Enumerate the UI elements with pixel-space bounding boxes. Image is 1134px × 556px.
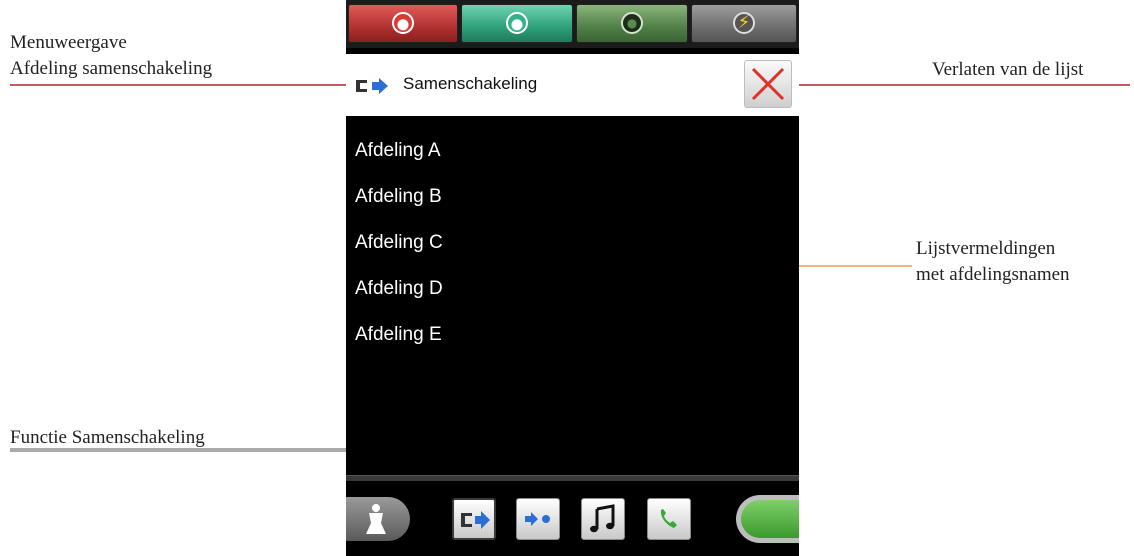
green-status-icon <box>621 12 643 34</box>
merge-function-button[interactable] <box>452 498 496 540</box>
merge-arrow-icon <box>356 78 388 94</box>
close-x-icon <box>751 67 785 101</box>
annotation-list-entries: Lijstvermeldingen met afdelingsnamen <box>916 236 1070 288</box>
teal-status-icon <box>506 12 528 34</box>
green-pill-toggle[interactable] <box>736 495 799 543</box>
list-item-afdeling-a[interactable]: Afdeling A <box>346 128 799 174</box>
phone-button[interactable] <box>647 498 691 540</box>
menu-title: Samenschakeling <box>403 74 538 93</box>
green-pill-toggle-fill <box>741 500 799 538</box>
annotation-menu-display-line2: Afdeling samenschakeling <box>10 58 213 79</box>
teal-status-button[interactable] <box>461 4 573 43</box>
red-alarm-button[interactable] <box>348 4 458 43</box>
person-icon <box>366 504 386 534</box>
annotation-menu-display-line1: Menuweergave <box>10 32 127 53</box>
green-status-button[interactable] <box>576 4 688 43</box>
forward-dot-icon <box>525 512 550 526</box>
close-list-button[interactable] <box>744 60 792 108</box>
list-item-afdeling-d[interactable]: Afdeling D <box>346 266 799 312</box>
annotation-menu-display: Menuweergave Afdeling samenschakeling <box>10 30 212 82</box>
bottom-button-bar <box>346 481 799 556</box>
annotation-list-entries-line2: met afdelingsnamen <box>916 264 1070 285</box>
list-item-afdeling-b[interactable]: Afdeling B <box>346 174 799 220</box>
music-button[interactable] <box>581 498 625 540</box>
lightning-icon: ⚡ <box>737 12 751 33</box>
department-list: Afdeling A Afdeling B Afdeling C Afdelin… <box>346 128 799 358</box>
lightning-button[interactable]: ⚡ <box>691 4 797 43</box>
person-pill-button[interactable] <box>346 497 410 541</box>
top-button-bar: ⚡ <box>346 0 799 48</box>
annotation-exit-list: Verlaten van de lijst <box>932 59 1084 80</box>
merge-function-icon <box>461 511 490 529</box>
forward-dot-button[interactable] <box>516 498 560 540</box>
list-item-afdeling-e[interactable]: Afdeling E <box>346 312 799 358</box>
music-note-icon <box>590 504 615 533</box>
annotation-list-entries-line1: Lijstvermeldingen <box>916 238 1056 259</box>
phone-icon <box>660 509 677 528</box>
list-item-afdeling-c[interactable]: Afdeling C <box>346 220 799 266</box>
annotation-function-merge: Functie Samenschakeling <box>10 427 205 448</box>
menu-header: Samenschakeling <box>346 54 799 116</box>
red-alarm-icon <box>392 12 414 34</box>
device-screen: ⚡ Samenschakeling Afdeling A Afdeling B … <box>346 0 799 556</box>
